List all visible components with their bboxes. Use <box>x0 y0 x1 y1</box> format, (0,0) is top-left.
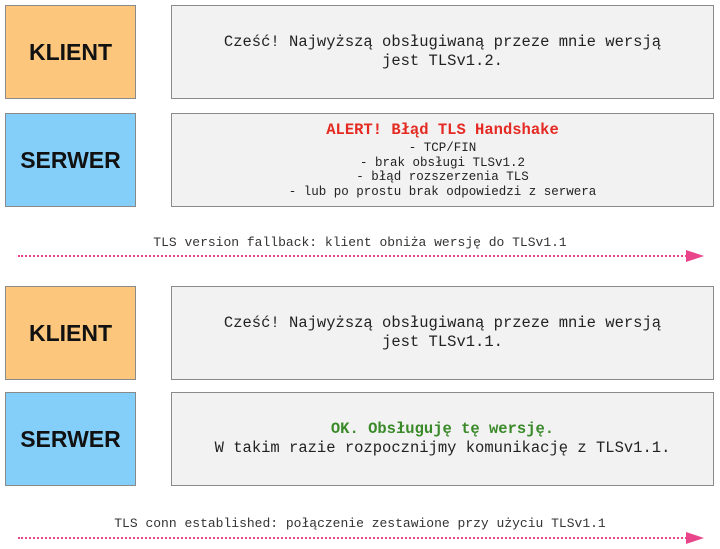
client-message-box-1: Cześć! Najwyższą obsługiwaną przeze mnie… <box>171 5 714 99</box>
server-reason-2: - brak obsługi TLSv1.2 <box>359 155 526 170</box>
server-message-2: W takim razie rozpocznijmy komunikację z… <box>214 439 671 457</box>
transition-arrow-line-2 <box>18 537 690 539</box>
transition-arrow-head-2 <box>686 532 704 544</box>
transition-arrow-head-1 <box>686 250 704 262</box>
client-message-2-line-2: jest TLSv1.1. <box>382 333 503 351</box>
client-label-1: KLIENT <box>28 38 113 65</box>
server-reason-3: - błąd rozszerzenia TLS <box>356 170 529 184</box>
transition-caption-1: TLS version fallback: klient obniża wers… <box>153 235 567 250</box>
server-reason-4: - lub po prostu brak odpowiedzi z serwer… <box>288 184 597 199</box>
server-message-box-2: OK. Obsługuję tę wersję. W takim razie r… <box>171 392 714 486</box>
server-box-2: SERWER <box>5 392 136 486</box>
server-label-2: SERWER <box>20 425 121 452</box>
client-label-2: KLIENT <box>28 319 113 346</box>
server-label-1: SERWER <box>20 146 121 173</box>
client-box-1: KLIENT <box>5 5 136 99</box>
client-message-1-line-2: jest TLSv1.2. <box>382 52 503 70</box>
server-ok-text: OK. Obsługuję tę wersję. <box>330 420 555 438</box>
client-message-box-2: Cześć! Najwyższą obsługiwaną przeze mnie… <box>171 286 714 380</box>
transition-caption-2: TLS conn established: połączenie zestawi… <box>114 516 606 531</box>
client-box-2: KLIENT <box>5 286 136 380</box>
client-message-1-line-1: Cześć! Najwyższą obsługiwaną przeze mnie… <box>223 33 662 51</box>
server-alert-text: ALERT! Błąd TLS Handshake <box>326 121 559 139</box>
server-reason-1: - TCP/FIN <box>408 141 477 155</box>
server-box-1: SERWER <box>5 113 136 207</box>
client-message-2-line-1: Cześć! Najwyższą obsługiwaną przeze mnie… <box>223 314 662 332</box>
transition-arrow-line-1 <box>18 255 690 257</box>
server-message-box-1: ALERT! Błąd TLS Handshake - TCP/FIN - br… <box>171 113 714 207</box>
